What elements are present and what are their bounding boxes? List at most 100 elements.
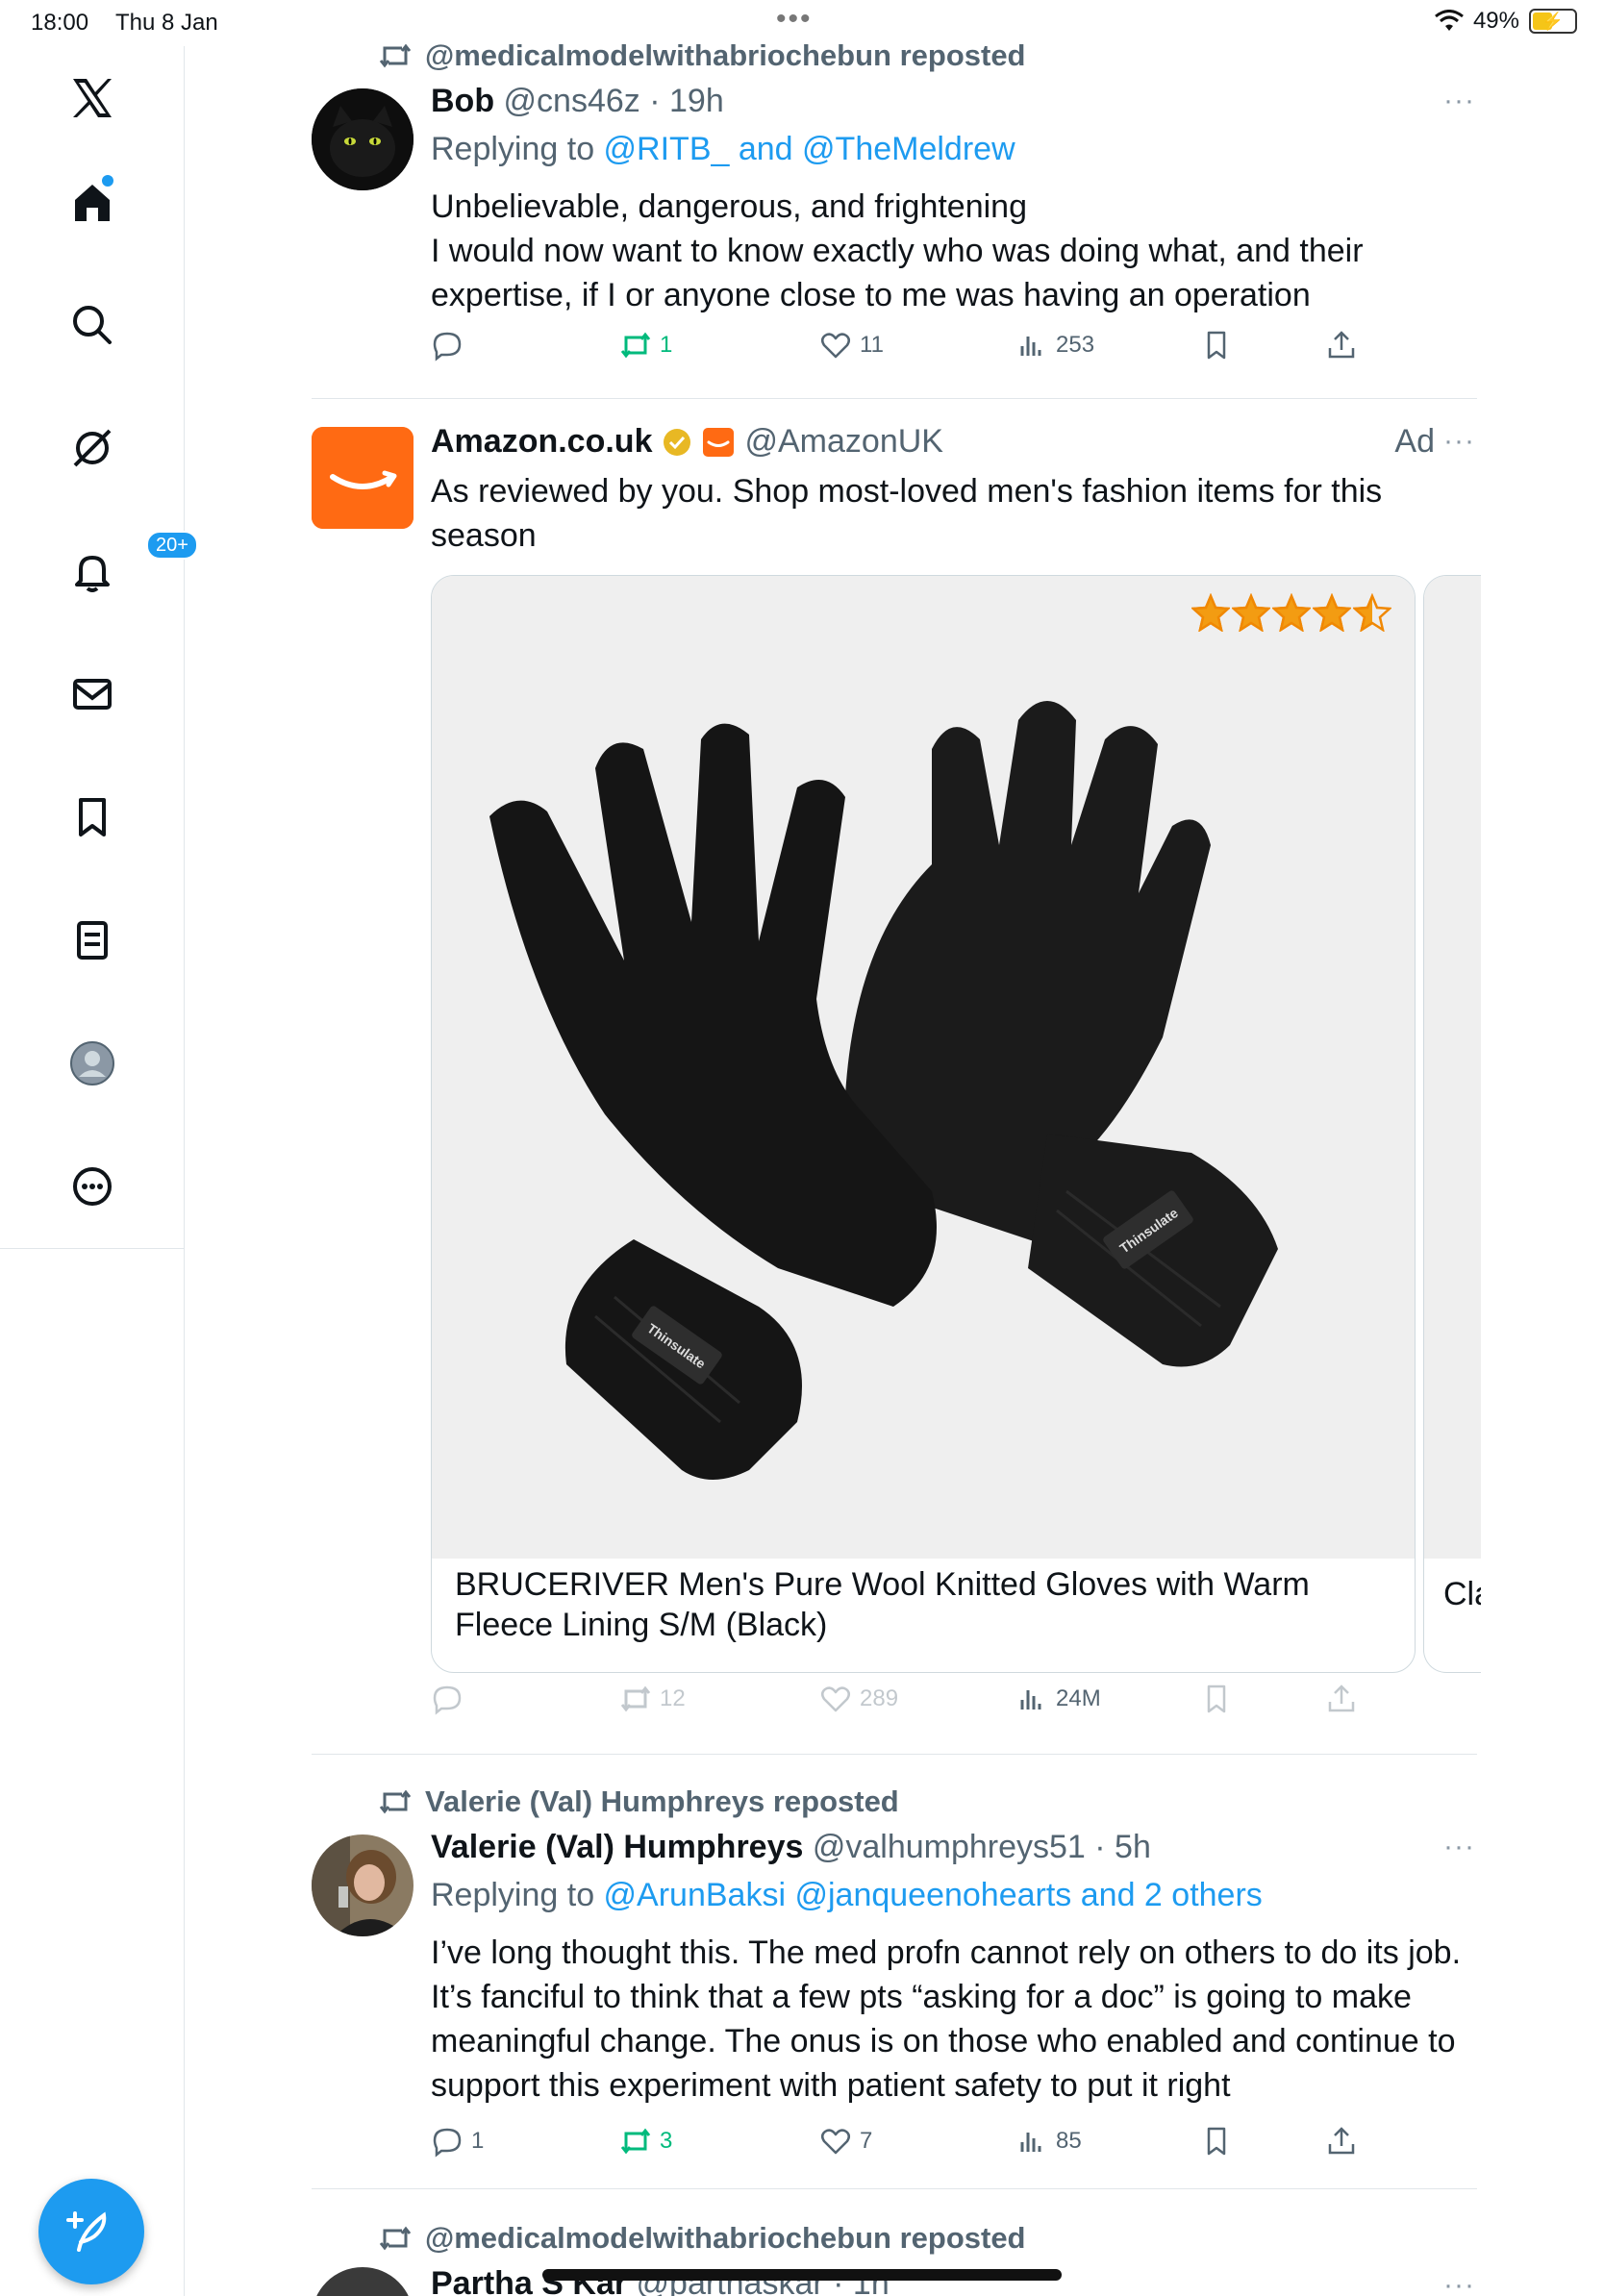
product-title-next[interactable]: Cla — [1443, 1576, 1481, 1613]
avatar[interactable] — [312, 88, 414, 190]
views-button[interactable]: 85 — [1015, 2125, 1082, 2158]
reposted-by[interactable]: @medicalmodelwithabriochebun reposted — [425, 2221, 1026, 2256]
repost-button[interactable]: 3 — [619, 2125, 672, 2158]
star-icon — [1232, 593, 1270, 632]
like-button[interactable]: 11 — [819, 329, 884, 362]
reply-icon — [433, 2128, 462, 2158]
repost-icon — [379, 1789, 412, 1814]
list-icon[interactable] — [62, 910, 123, 971]
replying-prefix: Replying to — [431, 131, 604, 167]
action-bar: 1 11 253 — [431, 329, 1392, 377]
woman-photo-avatar — [312, 1834, 414, 1936]
post-text: I’ve long thought this. The med profn ca… — [431, 1934, 1462, 2104]
replying-to: Replying to @ArunBaksi @janqueenohearts … — [431, 1877, 1263, 1914]
bookmark-icon — [1207, 1685, 1226, 1713]
more-options-icon[interactable]: ··· — [1443, 425, 1475, 458]
ad-label: Ad — [1394, 423, 1435, 460]
bookmark-icon[interactable] — [62, 786, 123, 848]
star-icon — [1272, 593, 1311, 632]
compose-button[interactable] — [38, 2179, 144, 2284]
bookmark-icon — [1207, 2127, 1226, 2156]
share-button[interactable] — [1325, 2125, 1358, 2158]
grok-icon[interactable] — [62, 417, 123, 479]
product-image[interactable]: Thinsulate Thinsulate — [432, 576, 1415, 1559]
star-icon — [1353, 593, 1391, 632]
post-divider — [312, 2188, 1477, 2189]
view-count: 253 — [1056, 332, 1095, 358]
bookmark-icon — [1207, 331, 1226, 360]
envelope-icon[interactable] — [62, 663, 123, 725]
author-handle[interactable]: @valhumphreys51 · 5h — [813, 1829, 1151, 1865]
home-unread-dot — [102, 175, 113, 187]
bookmark-button[interactable] — [1200, 329, 1233, 362]
battery-charging-icon: ⚡ — [1529, 9, 1577, 34]
home-indicator[interactable] — [542, 2269, 1062, 2281]
view-count: 85 — [1056, 2128, 1082, 2154]
author-name[interactable]: Amazon.co.uk — [431, 423, 652, 461]
amazon-affiliate-badge-icon — [703, 427, 735, 457]
views-button[interactable]: 253 — [1015, 329, 1094, 362]
share-button[interactable] — [1325, 1683, 1358, 1715]
search-icon[interactable] — [62, 294, 123, 356]
sidebar: 20+ — [0, 46, 198, 2296]
reply-button[interactable] — [431, 1683, 471, 1715]
ad-product-card-next[interactable]: Cla — [1423, 575, 1481, 1673]
author-name[interactable]: Bob — [431, 83, 494, 119]
more-circle-icon[interactable] — [62, 1156, 123, 1217]
like-button[interactable]: 289 — [819, 1683, 898, 1715]
repost-count: 1 — [660, 332, 673, 358]
replying-to-link[interactable]: @ArunBaksi @janqueenohearts and 2 others — [604, 1877, 1263, 1913]
repost-icon — [620, 1685, 651, 1712]
author-name[interactable]: Valerie (Val) Humphreys — [431, 1829, 803, 1865]
verified-gold-badge-icon — [664, 428, 691, 456]
views-button[interactable]: 24M — [1015, 1683, 1101, 1715]
more-options-icon[interactable]: ··· — [1443, 2269, 1475, 2296]
post-header: Bob @cns46z · 19h — [431, 83, 724, 120]
bookmark-button[interactable] — [1200, 1683, 1233, 1715]
ad-product-card[interactable]: Thinsulate Thinsulate BRUCERIVER Men's P… — [431, 575, 1416, 1673]
amazon-smile-icon — [312, 427, 414, 529]
bell-icon[interactable]: 20+ — [62, 531, 198, 602]
author-handle[interactable]: @cns46z · 19h — [504, 83, 724, 119]
more-options-icon[interactable]: ··· — [1443, 1831, 1475, 1863]
repost-icon — [379, 2226, 412, 2251]
notification-badge: 20+ — [146, 531, 198, 560]
repost-button[interactable]: 1 — [619, 329, 672, 362]
like-count: 289 — [860, 1685, 899, 1711]
views-icon — [1020, 337, 1041, 356]
reply-count: 1 — [471, 2128, 485, 2154]
reposted-by[interactable]: @medicalmodelwithabriochebun reposted — [425, 38, 1026, 73]
reply-icon — [433, 332, 462, 362]
heart-icon — [821, 2129, 850, 2155]
reposted-by[interactable]: Valerie (Val) Humphreys reposted — [425, 1784, 899, 1819]
avatar-icon[interactable] — [62, 1033, 123, 1094]
battery-percent: 49% — [1472, 8, 1519, 34]
views-icon — [1020, 1690, 1041, 1710]
action-bar: 12 289 24M — [431, 1683, 1392, 1731]
post-header: Amazon.co.uk @AmazonUK — [431, 423, 943, 461]
star-icon — [1313, 593, 1351, 632]
avatar[interactable] — [312, 2267, 414, 2296]
reply-button[interactable]: 1 — [431, 2125, 484, 2158]
product-image-next[interactable] — [1424, 576, 1481, 1559]
like-button[interactable]: 7 — [819, 2125, 872, 2158]
home-icon[interactable] — [62, 171, 123, 233]
x-logo-icon[interactable] — [62, 67, 123, 129]
heart-icon — [821, 333, 850, 359]
more-options-icon[interactable]: ··· — [1443, 85, 1475, 117]
view-count: 24M — [1056, 1685, 1101, 1711]
repost-icon — [620, 332, 651, 359]
avatar[interactable] — [312, 1834, 414, 1936]
bookmark-button[interactable] — [1200, 2125, 1233, 2158]
gloves-image: Thinsulate Thinsulate — [432, 576, 1415, 1559]
share-button[interactable] — [1325, 329, 1358, 362]
product-title[interactable]: BRUCERIVER Men's Pure Wool Knitted Glove… — [455, 1564, 1397, 1645]
reply-button[interactable] — [431, 329, 471, 362]
repost-button[interactable]: 12 — [619, 1683, 686, 1715]
like-count: 7 — [860, 2128, 873, 2154]
reply-icon — [433, 1685, 462, 1715]
author-handle[interactable]: @AmazonUK — [744, 423, 942, 461]
replying-to-link[interactable]: @RITB_ and @TheMeldrew — [604, 131, 1015, 167]
repost-count: 12 — [660, 1685, 686, 1711]
amazon-logo-avatar[interactable] — [312, 427, 414, 529]
